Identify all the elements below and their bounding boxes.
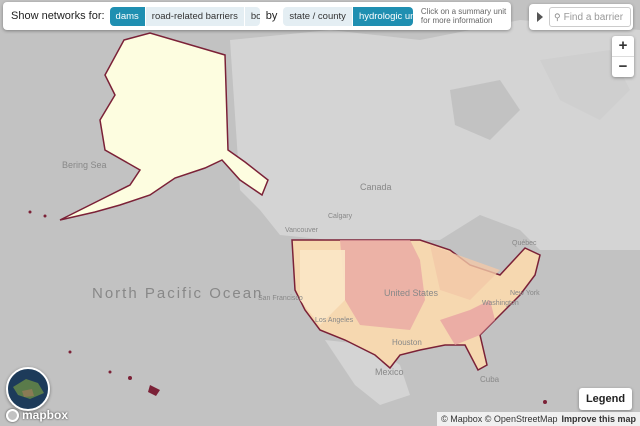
toggle-hydrologic-unit[interactable]: hydrologic unit xyxy=(352,6,413,26)
search-input[interactable]: ⚲ Find a barrier xyxy=(549,7,631,27)
by-label: by xyxy=(265,10,278,22)
summary-hint: Click on a summary unit for more informa… xyxy=(420,7,507,25)
attrib-mapbox[interactable]: © Mapbox xyxy=(441,414,482,424)
basemap-toggle-button[interactable] xyxy=(6,367,50,411)
unit-type-toggle: state / county hydrologic unit xyxy=(283,6,413,26)
search-control: ⚲ Find a barrier xyxy=(529,4,633,30)
label-canada: Canada xyxy=(360,182,392,192)
map-canvas[interactable]: Bering Sea Canada North Pacific Ocean Un… xyxy=(0,0,640,426)
label-cuba: Cuba xyxy=(480,375,500,384)
search-icon: ⚲ xyxy=(554,11,561,22)
barrier-type-toggle: dams road-related barriers both xyxy=(109,6,260,26)
zoom-out-button[interactable]: − xyxy=(612,57,634,77)
label-new-york: New York xyxy=(510,290,540,297)
mapbox-logo[interactable]: mapbox xyxy=(6,408,68,422)
show-networks-label: Show networks for: xyxy=(11,10,105,22)
attrib-improve[interactable]: Improve this map xyxy=(561,414,636,424)
legend-button[interactable]: Legend xyxy=(579,388,632,410)
attrib-osm[interactable]: © OpenStreetMap xyxy=(485,414,558,424)
label-san-francisco: San Francisco xyxy=(258,295,303,302)
toggle-dams[interactable]: dams xyxy=(109,6,146,26)
zoom-in-button[interactable]: + xyxy=(612,36,634,57)
label-calgary: Calgary xyxy=(328,213,353,220)
toggle-state-county[interactable]: state / county xyxy=(283,6,353,26)
label-washington: Washington xyxy=(482,300,519,307)
attribution: © Mapbox © OpenStreetMap Improve this ma… xyxy=(437,412,640,426)
mapbox-logo-icon xyxy=(6,408,19,422)
zoom-control: + − xyxy=(612,36,634,77)
label-quebec: Québec xyxy=(512,240,537,247)
network-filter-panel: Show networks for: dams road-related bar… xyxy=(3,2,511,30)
label-vancouver: Vancouver xyxy=(285,227,319,234)
toggle-both[interactable]: both xyxy=(244,6,260,26)
label-united-states: United States xyxy=(384,288,439,298)
toggle-road-barriers[interactable]: road-related barriers xyxy=(145,6,245,26)
caret-right-icon[interactable] xyxy=(537,12,543,22)
label-bering-sea: Bering Sea xyxy=(62,160,107,170)
label-mexico: Mexico xyxy=(375,367,404,377)
label-los-angeles: Los Angeles xyxy=(315,317,354,324)
label-north-pacific: North Pacific Ocean xyxy=(92,285,263,302)
satellite-thumbnail xyxy=(13,379,44,399)
mapbox-logo-text: mapbox xyxy=(22,408,69,422)
label-houston: Houston xyxy=(392,338,422,347)
search-placeholder: Find a barrier xyxy=(563,11,624,23)
